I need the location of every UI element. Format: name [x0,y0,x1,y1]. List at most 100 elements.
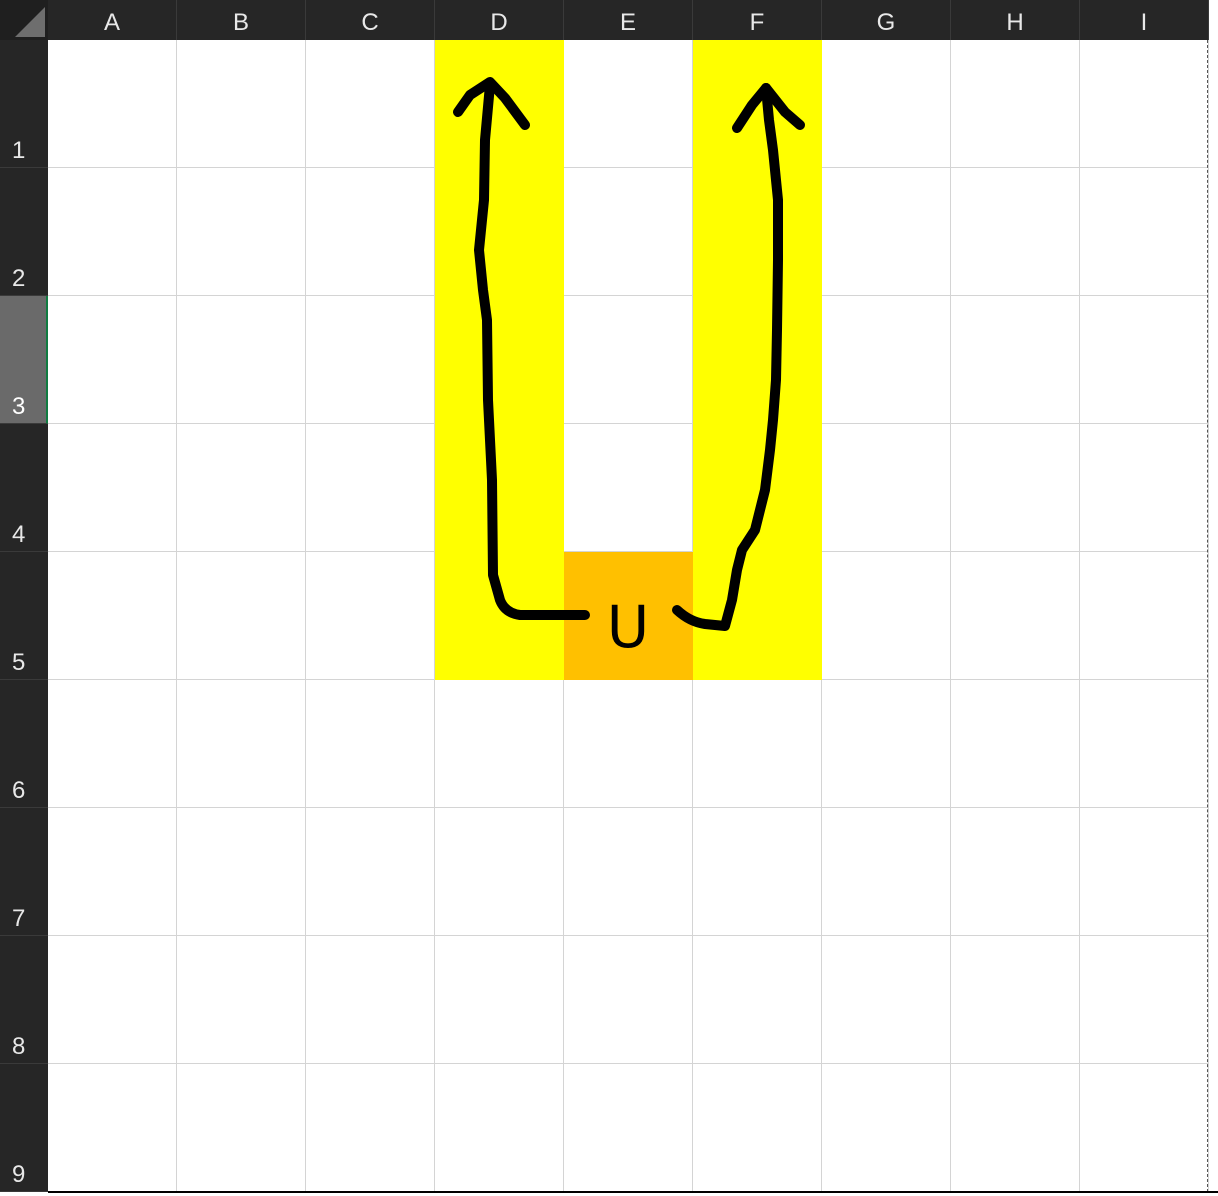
cell-a6[interactable] [48,680,177,808]
cell-h7[interactable] [951,808,1080,936]
cell-c2[interactable] [306,168,435,296]
cell-f5[interactable] [693,552,822,680]
cell-d7[interactable] [435,808,564,936]
cell-d2[interactable] [435,168,564,296]
cell-a1[interactable] [48,40,177,168]
column-header-b[interactable]: B [177,0,306,40]
column-header-c[interactable]: C [306,0,435,40]
row-header-8[interactable]: 8 [0,936,48,1064]
column-header-a[interactable]: A [48,0,177,40]
cell-i7[interactable] [1080,808,1209,936]
cell-b2[interactable] [177,168,306,296]
cell-b4[interactable] [177,424,306,552]
cell-h3[interactable] [951,296,1080,424]
cell-i3[interactable] [1080,296,1209,424]
cell-d4[interactable] [435,424,564,552]
cell-c8[interactable] [306,936,435,1064]
cell-e2[interactable] [564,168,693,296]
cell-i4[interactable] [1080,424,1209,552]
cell-h9[interactable] [951,1064,1080,1192]
cell-d9[interactable] [435,1064,564,1192]
cell-f6[interactable] [693,680,822,808]
cell-f8[interactable] [693,936,822,1064]
cell-e6[interactable] [564,680,693,808]
row-header-1[interactable]: 1 [0,40,48,168]
cell-a9[interactable] [48,1064,177,1192]
cell-i8[interactable] [1080,936,1209,1064]
cell-b6[interactable] [177,680,306,808]
cell-g2[interactable] [822,168,951,296]
cell-f9[interactable] [693,1064,822,1192]
cell-f4[interactable] [693,424,822,552]
cell-b9[interactable] [177,1064,306,1192]
cell-c3[interactable] [306,296,435,424]
cell-a5[interactable] [48,552,177,680]
cell-g6[interactable] [822,680,951,808]
cell-d1[interactable] [435,40,564,168]
cell-d8[interactable] [435,936,564,1064]
column-header-f[interactable]: F [693,0,822,40]
cell-f7[interactable] [693,808,822,936]
row-header-2[interactable]: 2 [0,168,48,296]
cell-c7[interactable] [306,808,435,936]
select-all-button[interactable] [0,0,48,40]
column-header-h[interactable]: H [951,0,1080,40]
cell-a3[interactable] [48,296,177,424]
cell-i5[interactable] [1080,552,1209,680]
cell-d5[interactable] [435,552,564,680]
cell-c5[interactable] [306,552,435,680]
cell-h5[interactable] [951,552,1080,680]
cell-g4[interactable] [822,424,951,552]
cell-g5[interactable] [822,552,951,680]
cell-d6[interactable] [435,680,564,808]
row-header-7[interactable]: 7 [0,808,48,936]
row-header-5[interactable]: 5 [0,552,48,680]
cell-e9[interactable] [564,1064,693,1192]
cell-h2[interactable] [951,168,1080,296]
cell-g7[interactable] [822,808,951,936]
cell-h8[interactable] [951,936,1080,1064]
cell-f3[interactable] [693,296,822,424]
cell-a7[interactable] [48,808,177,936]
column-header-e[interactable]: E [564,0,693,40]
cell-g8[interactable] [822,936,951,1064]
row-header-4[interactable]: 4 [0,424,48,552]
column-header-g[interactable]: G [822,0,951,40]
cell-b5[interactable] [177,552,306,680]
column-header-i[interactable]: I [1080,0,1209,40]
cell-f1[interactable] [693,40,822,168]
cell-e5[interactable]: U [564,552,693,680]
cell-c9[interactable] [306,1064,435,1192]
row-header-9[interactable]: 9 [0,1064,48,1192]
cell-f2[interactable] [693,168,822,296]
cell-i2[interactable] [1080,168,1209,296]
cell-g3[interactable] [822,296,951,424]
cell-c1[interactable] [306,40,435,168]
row-header-6[interactable]: 6 [0,680,48,808]
cell-i1[interactable] [1080,40,1209,168]
cell-g1[interactable] [822,40,951,168]
column-header-d[interactable]: D [435,0,564,40]
cell-c4[interactable] [306,424,435,552]
cell-c6[interactable] [306,680,435,808]
cell-i9[interactable] [1080,1064,1209,1192]
cell-b7[interactable] [177,808,306,936]
cell-e7[interactable] [564,808,693,936]
cell-i6[interactable] [1080,680,1209,808]
row-header-3[interactable]: 3 [0,296,48,424]
cell-h4[interactable] [951,424,1080,552]
cell-h6[interactable] [951,680,1080,808]
cell-e3[interactable] [564,296,693,424]
cell-g9[interactable] [822,1064,951,1192]
cell-b3[interactable] [177,296,306,424]
cell-d3[interactable] [435,296,564,424]
cell-e8[interactable] [564,936,693,1064]
cell-e4[interactable] [564,424,693,552]
cell-b8[interactable] [177,936,306,1064]
cell-a2[interactable] [48,168,177,296]
cell-h1[interactable] [951,40,1080,168]
cell-a4[interactable] [48,424,177,552]
cell-a8[interactable] [48,936,177,1064]
cell-b1[interactable] [177,40,306,168]
cell-e1[interactable] [564,40,693,168]
